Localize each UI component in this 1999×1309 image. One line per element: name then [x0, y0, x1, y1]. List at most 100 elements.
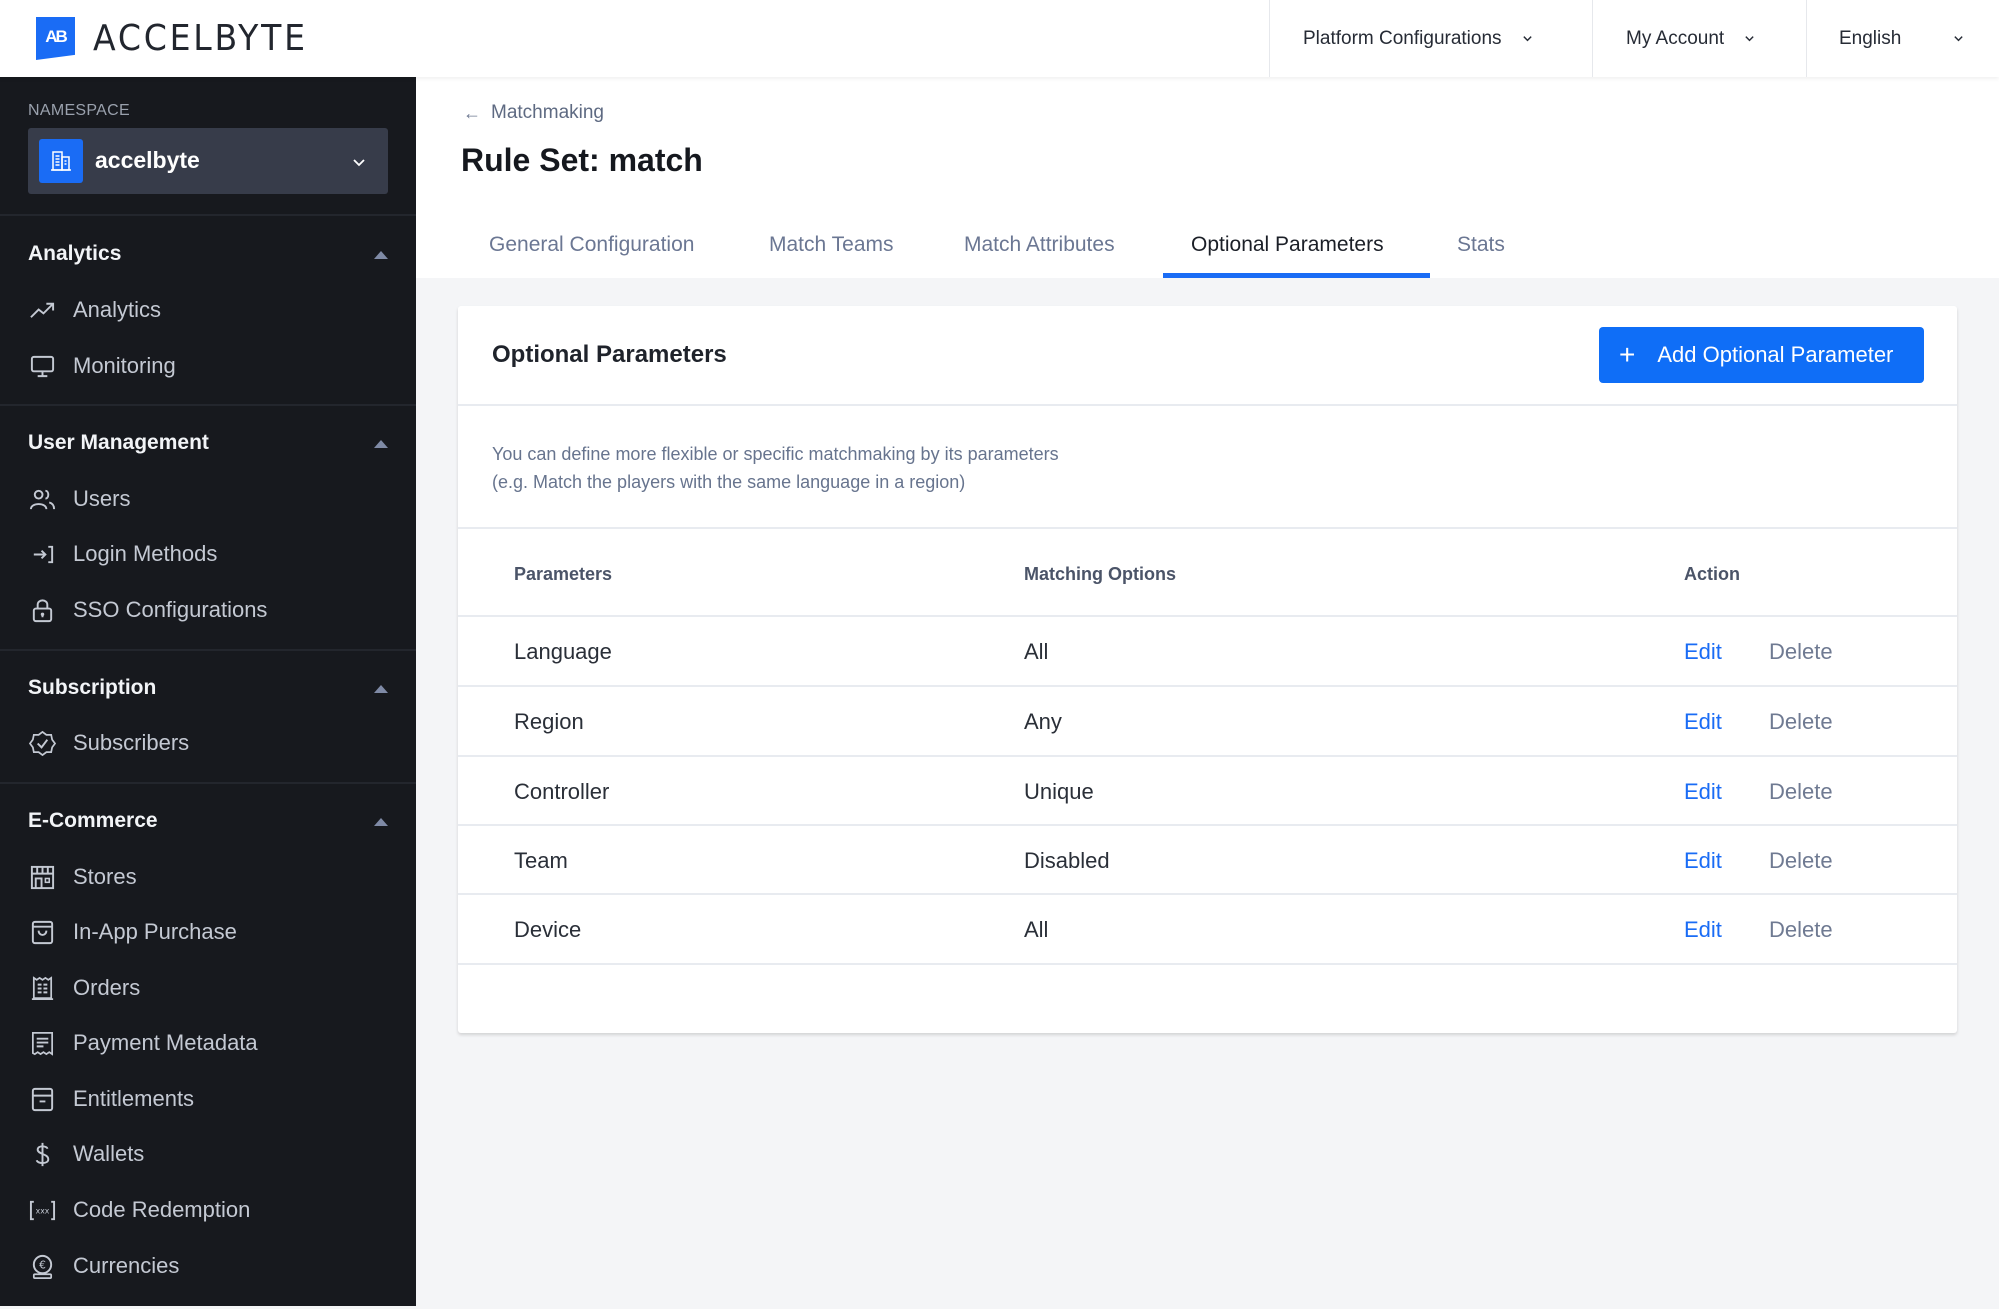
chevron-down-icon — [1522, 36, 1532, 42]
sidebar-item-label: Analytics — [73, 297, 162, 322]
delete-link[interactable]: Delete — [1769, 826, 1833, 895]
euro-coin-icon: € — [28, 1252, 56, 1280]
tab-general-configuration[interactable]: General Configuration — [489, 212, 694, 278]
parameter-cell: Device — [514, 916, 582, 942]
code-bracket-icon: xxx — [28, 1196, 56, 1224]
chevron-down-icon — [1954, 36, 1964, 42]
tab-stats[interactable]: Stats — [1457, 212, 1505, 278]
sidebar-item-currencies[interactable]: € Currencies — [28, 1246, 388, 1286]
add-optional-parameter-button[interactable]: + Add Optional Parameter — [1599, 327, 1924, 383]
description-line: You can define more flexible or specific… — [492, 444, 1059, 464]
column-header-action: Action — [1684, 564, 1740, 584]
my-account-label: My Account — [1626, 27, 1725, 49]
tab-match-attributes[interactable]: Match Attributes — [964, 212, 1115, 278]
caret-up-icon — [374, 685, 388, 693]
sidebar-section-user-management[interactable]: User Management — [28, 431, 388, 455]
brand-logo[interactable]: AB ACCELBYTE — [36, 17, 327, 60]
namespace-select[interactable]: accelbyte — [28, 128, 388, 194]
sidebar-item-label: Orders — [73, 975, 141, 1000]
accelbyte-logo-icon: AB — [36, 17, 75, 60]
namespace-value: accelbyte — [95, 147, 200, 173]
sidebar-item-in-app-purchase[interactable]: In-App Purchase — [28, 912, 388, 952]
sidebar-item-label: Stores — [73, 864, 137, 889]
sidebar-item-entitlements[interactable]: Entitlements — [28, 1079, 388, 1119]
edit-link[interactable]: Edit — [1684, 687, 1722, 756]
card-divider — [458, 527, 1957, 529]
column-header-parameters: Parameters — [514, 564, 613, 584]
sidebar-divider — [0, 214, 416, 216]
sidebar-item-label: Subscribers — [73, 730, 190, 755]
sidebar-section-e-commerce[interactable]: E-Commerce — [28, 809, 388, 833]
matching-option-cell: Disabled — [1024, 847, 1110, 873]
edit-link[interactable]: Edit — [1684, 617, 1722, 686]
building-icon — [39, 139, 83, 183]
delete-link[interactable]: Delete — [1769, 687, 1833, 756]
tab-bar: General Configuration Match Teams Match … — [416, 212, 1999, 278]
sidebar-divider — [0, 782, 416, 784]
table-row: Device All Edit Delete — [458, 895, 1957, 964]
sidebar-item-code-redemption[interactable]: xxx Code Redemption — [28, 1190, 388, 1230]
sidebar-item-sso-configurations[interactable]: SSO Configurations — [28, 590, 388, 630]
parameter-cell: Team — [514, 847, 568, 873]
delete-link[interactable]: Delete — [1769, 617, 1833, 686]
my-account-menu[interactable]: My Account — [1592, 0, 1806, 77]
delete-link[interactable]: Delete — [1769, 757, 1833, 826]
edit-link[interactable]: Edit — [1684, 826, 1722, 895]
description-line: (e.g. Match the players with the same la… — [492, 472, 966, 492]
plus-icon: + — [1619, 339, 1636, 370]
dollar-icon — [28, 1140, 56, 1168]
sidebar-item-payment-metadata[interactable]: Payment Metadata — [28, 1023, 388, 1063]
sidebar-item-label: SSO Configurations — [73, 597, 268, 622]
header-menus: Platform Configurations My Account Engli… — [1269, 0, 1999, 77]
archive-icon — [28, 1085, 56, 1113]
page-header: ← Matchmaking Rule Set: match General Co… — [416, 77, 1999, 278]
tab-optional-parameters[interactable]: Optional Parameters — [1191, 212, 1384, 278]
brand-name: ACCELBYTE — [93, 18, 308, 59]
sidebar-item-label: Monitoring — [73, 353, 176, 378]
breadcrumb-back-link[interactable]: ← Matchmaking — [463, 102, 604, 124]
table-row: Region Any Edit Delete — [458, 687, 1957, 756]
matching-option-cell: Unique — [1024, 778, 1094, 804]
users-icon — [28, 485, 56, 513]
receipt-icon — [28, 974, 56, 1002]
caret-up-icon — [374, 440, 388, 448]
trending-up-icon — [28, 296, 56, 324]
namespace-label: NAMESPACE — [28, 102, 130, 119]
active-tab-indicator — [1163, 273, 1430, 278]
section-title: User Management — [28, 431, 209, 454]
delete-link[interactable]: Delete — [1769, 895, 1833, 964]
svg-text:xxx: xxx — [35, 1206, 49, 1215]
sidebar-item-login-methods[interactable]: Login Methods — [28, 534, 388, 574]
parameter-cell: Language — [514, 638, 612, 664]
column-header-matching-options: Matching Options — [1024, 564, 1176, 584]
edit-link[interactable]: Edit — [1684, 757, 1722, 826]
sidebar-item-orders[interactable]: Orders — [28, 968, 388, 1008]
sidebar-item-monitoring[interactable]: Monitoring — [28, 346, 388, 386]
matching-option-cell: All — [1024, 638, 1049, 664]
top-bar: AB ACCELBYTE Platform Configurations My … — [0, 0, 1999, 77]
parameter-cell: Controller — [514, 778, 610, 804]
caret-up-icon — [374, 251, 388, 259]
sidebar-item-wallets[interactable]: Wallets — [28, 1134, 388, 1174]
sidebar-item-label: Currencies — [73, 1253, 180, 1278]
sidebar-section-analytics[interactable]: Analytics — [28, 242, 388, 266]
shopping-bag-icon — [28, 918, 56, 946]
sidebar-item-label: Login Methods — [73, 541, 218, 566]
sidebar-section-subscription[interactable]: Subscription — [28, 676, 388, 700]
platform-configurations-label: Platform Configurations — [1303, 27, 1502, 49]
edit-link[interactable]: Edit — [1684, 895, 1722, 964]
tab-match-teams[interactable]: Match Teams — [769, 212, 894, 278]
platform-configurations-menu[interactable]: Platform Configurations — [1269, 0, 1592, 77]
card-title: Optional Parameters — [492, 341, 727, 368]
language-label: English — [1839, 27, 1902, 49]
lock-icon — [28, 596, 56, 624]
sidebar-item-subscribers[interactable]: Subscribers — [28, 723, 388, 763]
sidebar-item-users[interactable]: Users — [28, 479, 388, 519]
optional-parameters-card: Optional Parameters + Add Optional Param… — [458, 306, 1957, 1033]
matching-option-cell: All — [1024, 916, 1049, 942]
sidebar-item-analytics[interactable]: Analytics — [28, 290, 388, 330]
table-row: Controller Unique Edit Delete — [458, 757, 1957, 826]
sidebar-item-label: Entitlements — [73, 1086, 195, 1111]
sidebar-item-stores[interactable]: Stores — [28, 857, 388, 897]
language-menu[interactable]: English — [1806, 0, 1999, 77]
